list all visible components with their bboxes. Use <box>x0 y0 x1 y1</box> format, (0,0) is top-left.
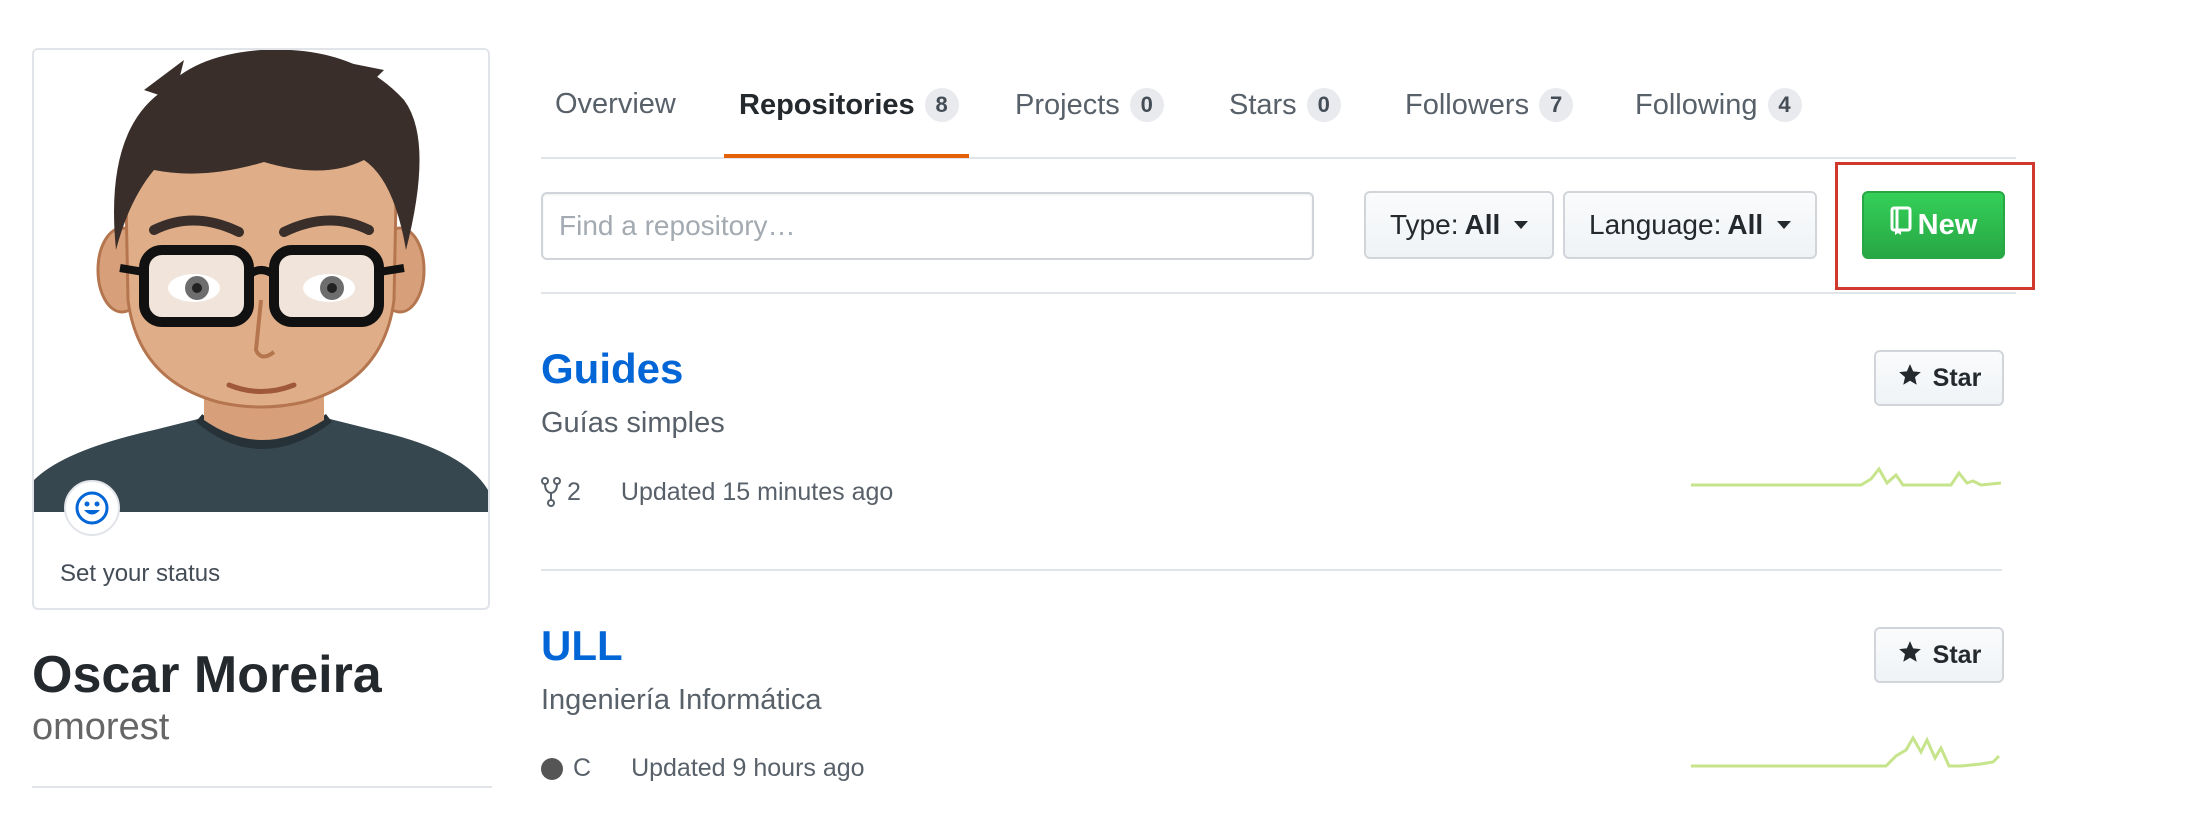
divider <box>541 569 2002 571</box>
star-button[interactable]: Star <box>1874 350 2004 406</box>
filter-border <box>541 292 2016 294</box>
tab-stars[interactable]: Stars 0 <box>1229 88 1341 122</box>
tab-counter: 8 <box>924 88 959 122</box>
star-button[interactable]: Star <box>1874 627 2004 683</box>
language-color-dot <box>541 757 563 780</box>
tab-counter: 0 <box>1306 88 1341 122</box>
activity-sparkline <box>1691 735 2001 768</box>
profile-tabs: Overview Repositories 8 Projects 0 Stars… <box>541 60 2016 160</box>
fork-count[interactable]: 2 <box>567 478 581 507</box>
repo-meta: 2 Updated 15 minutes ago <box>541 477 893 507</box>
star-icon <box>1897 362 1923 395</box>
divider <box>32 786 492 788</box>
tab-label: Projects <box>1015 88 1120 121</box>
tab-followers[interactable]: Followers 7 <box>1405 88 1574 122</box>
repo-updated: Updated 9 hours ago <box>631 754 865 782</box>
user-login: omorest <box>32 706 170 748</box>
repo-meta: C Updated 9 hours ago <box>541 754 865 783</box>
repo-name-link[interactable]: Guides <box>541 345 683 393</box>
smiley-icon[interactable] <box>64 480 120 536</box>
user-full-name: Oscar Moreira <box>32 646 382 704</box>
set-status-label[interactable]: Set your status <box>60 560 220 588</box>
tab-label: Following <box>1635 88 1758 121</box>
new-button-label: New <box>1917 208 1978 241</box>
caret-down-icon <box>1777 221 1792 229</box>
type-filter-button[interactable]: Type: All <box>1364 191 1555 259</box>
repo-description: Ingeniería Informática <box>541 684 822 716</box>
tab-overview[interactable]: Overview <box>555 88 676 121</box>
tab-counter: 0 <box>1129 88 1164 122</box>
selected-tab-underline <box>724 154 969 158</box>
star-label: Star <box>1932 640 1982 669</box>
language-filter-button[interactable]: Language: All <box>1563 191 1818 259</box>
repo-item: ULL Ingeniería Informática C Updated 9 h… <box>541 622 2016 816</box>
language-filter-label: Language: <box>1589 209 1722 240</box>
tab-label: Repositories <box>739 88 915 121</box>
language-filter-value: All <box>1727 209 1764 240</box>
tab-following[interactable]: Following 4 <box>1635 88 1802 122</box>
type-filter-value: All <box>1464 209 1501 240</box>
type-filter-label: Type: <box>1390 209 1459 240</box>
activity-sparkline <box>1691 466 2001 487</box>
repo-updated: Updated 15 minutes ago <box>620 477 894 506</box>
profile-card: Set your status <box>32 48 490 610</box>
repo-description: Guías simples <box>541 407 725 439</box>
tab-counter: 7 <box>1539 88 1574 122</box>
tab-label: Stars <box>1229 88 1297 121</box>
tab-label: Followers <box>1405 88 1530 121</box>
tab-repositories[interactable]: Repositories 8 <box>739 88 959 122</box>
star-label: Star <box>1932 363 1982 392</box>
repo-name-link[interactable]: ULL <box>541 622 623 670</box>
avatar[interactable] <box>34 50 488 512</box>
tab-projects[interactable]: Projects 0 <box>1015 88 1164 122</box>
tab-label: Overview <box>555 88 676 120</box>
fork-icon <box>541 477 561 507</box>
repo-item: Guides Guías simples 2 Updated 15 minute… <box>541 345 2016 571</box>
new-repository-button[interactable]: New <box>1862 191 2005 259</box>
repo-language: C <box>573 754 592 782</box>
repo-icon <box>1890 206 1912 244</box>
star-icon <box>1897 639 1923 672</box>
find-repository-input[interactable] <box>541 192 1314 260</box>
caret-down-icon <box>1514 221 1529 229</box>
tab-counter: 4 <box>1767 88 1802 122</box>
